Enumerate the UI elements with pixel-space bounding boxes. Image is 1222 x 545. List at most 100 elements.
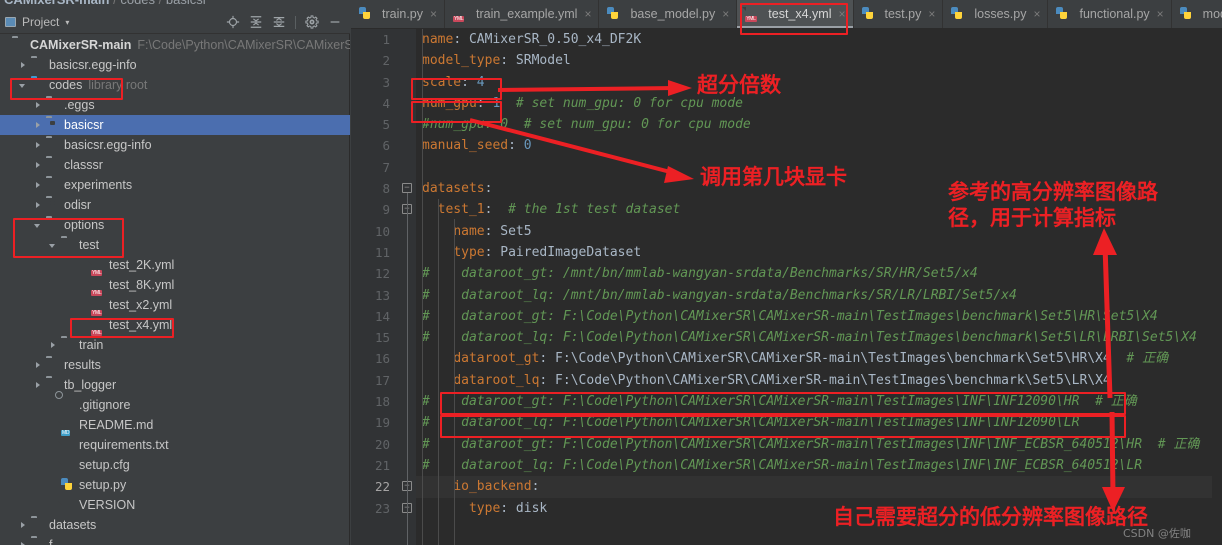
tree-item-version[interactable]: VERSION [0, 495, 350, 515]
code-content[interactable]: name: CAMixerSR_0.50_x4_DF2K model_type: … [416, 29, 1222, 545]
close-icon[interactable]: × [928, 7, 935, 21]
tree-item-experiments[interactable]: experiments [0, 175, 350, 195]
chevron-right-icon[interactable] [34, 381, 43, 390]
locate-icon[interactable] [226, 15, 240, 29]
tree-item-test[interactable]: test [0, 235, 350, 255]
chevron-right-icon[interactable] [34, 141, 43, 150]
code-line-7[interactable] [416, 157, 1222, 178]
chevron-down-icon[interactable]: ▾ [65, 18, 69, 27]
fold-toggle-icon[interactable]: − [402, 183, 412, 194]
tree-item--gitignore[interactable]: .gitignore [0, 395, 350, 415]
editor-tab-losses-py[interactable]: losses.py × [943, 0, 1049, 28]
code-line-13[interactable]: # dataroot_lq: /mnt/bn/mmlab-wangyan-srd… [416, 285, 1222, 306]
editor-tab-test-py[interactable]: test.py × [854, 0, 944, 28]
code-line-2[interactable]: model_type: SRModel [416, 50, 1222, 71]
tree-item-basicsr[interactable]: basicsr [0, 115, 350, 135]
code-line-19[interactable]: # dataroot_lq: F:\Code\Python\CAMixerSR\… [416, 412, 1222, 433]
tree-item-tb-logger[interactable]: tb_logger [0, 375, 350, 395]
tree-item-readme-md[interactable]: MD README.md [0, 415, 350, 436]
close-icon[interactable]: × [1033, 7, 1040, 21]
code-line-17[interactable]: dataroot_lq: F:\Code\Python\CAMixerSR\CA… [416, 370, 1222, 391]
code-line-14[interactable]: # dataroot_gt: F:\Code\Python\CAMixerSR\… [416, 306, 1222, 327]
tree-item-label: setup.cfg [79, 458, 130, 472]
code-line-8[interactable]: datasets: [416, 178, 1222, 199]
tree-item-codes[interactable]: codes library root [0, 75, 350, 95]
project-panel-title[interactable]: Project [22, 15, 59, 29]
tree-item-test-2k-yml[interactable]: YML test_2K.yml [0, 255, 350, 276]
tree-item-odisr[interactable]: odisr [0, 195, 350, 215]
tree-item-test-x2-yml[interactable]: YML test_x2.yml [0, 295, 350, 316]
editor-tab-train-example-yml[interactable]: YML train_example.yml × [445, 0, 600, 28]
tree-item-train[interactable]: train [0, 335, 350, 355]
chevron-right-icon[interactable] [34, 361, 43, 370]
code-line-1[interactable]: name: CAMixerSR_0.50_x4_DF2K [416, 29, 1222, 50]
code-line-23[interactable]: type: disk [416, 498, 1222, 519]
tree-item-datasets[interactable]: datasets [0, 515, 350, 535]
hide-panel-icon[interactable] [328, 15, 342, 29]
code-line-10[interactable]: name: Set5 [416, 221, 1222, 242]
editor-tab-train-py[interactable]: train.py × [351, 0, 446, 28]
editor-tab-base-model-py[interactable]: base_model.py × [599, 0, 738, 28]
tree-item-setup-py[interactable]: setup.py [0, 475, 350, 495]
fold-guide-line [406, 217, 408, 517]
close-icon[interactable]: × [1157, 7, 1164, 21]
tree-item-label: options [64, 218, 105, 232]
expand-all-icon[interactable] [249, 15, 263, 29]
tree-item-basicsr-egg-info[interactable]: basicsr.egg-info [0, 135, 350, 155]
tree-item-results[interactable]: results [0, 355, 350, 375]
tree-item-camixersr-main[interactable]: CAMixerSR-main F:\Code\Python\CAMixerSR\C… [0, 35, 350, 55]
line-number: 10 [374, 223, 390, 239]
editor-tabbar[interactable]: train.py × YML train_example.yml × base_model… [351, 0, 1222, 29]
tree-item-f[interactable]: f [0, 535, 350, 545]
chevron-down-icon[interactable] [34, 221, 43, 230]
tree-item-basicsr-egg-info[interactable]: basicsr.egg-info [0, 55, 350, 75]
close-icon[interactable]: × [838, 7, 845, 21]
settings-gear-icon[interactable] [305, 15, 319, 29]
tree-item-test-x4-yml[interactable]: YML test_x4.yml [0, 315, 350, 336]
tree-item-setup-cfg[interactable]: setup.cfg [0, 455, 350, 475]
collapse-all-icon[interactable] [272, 15, 286, 29]
close-icon[interactable]: × [584, 7, 591, 21]
breadcrumb-part-0[interactable]: CAMixerSR-main [4, 0, 109, 7]
editor-tab-test-x4-yml[interactable]: YML test_x4.yml × [737, 0, 854, 28]
editor-scrollbar[interactable] [1212, 29, 1222, 545]
code-line-6[interactable]: manual_seed: 0 [416, 135, 1222, 156]
close-icon[interactable]: × [722, 7, 729, 21]
code-line-11[interactable]: type: PairedImageDataset [416, 242, 1222, 263]
chevron-right-icon[interactable] [34, 101, 43, 110]
code-line-3[interactable]: scale: 4 [416, 72, 1222, 93]
chevron-right-icon[interactable] [19, 541, 28, 545]
editor-tab-mod[interactable]: mod [1172, 0, 1222, 28]
code-fold-strip[interactable]: −−−− [398, 29, 416, 545]
code-line-16[interactable]: dataroot_gt: F:\Code\Python\CAMixerSR\CA… [416, 348, 1222, 369]
chevron-right-icon[interactable] [19, 521, 28, 530]
chevron-right-icon[interactable] [34, 121, 43, 130]
tree-item-classsr[interactable]: classsr [0, 155, 350, 175]
code-line-12[interactable]: # dataroot_gt: /mnt/bn/mmlab-wangyan-srd… [416, 263, 1222, 284]
code-line-18[interactable]: # dataroot_gt: F:\Code\Python\CAMixerSR\… [416, 391, 1222, 412]
editor-tab-functional-py[interactable]: functional.py × [1048, 0, 1172, 28]
code-line-21[interactable]: # dataroot_lq: F:\Code\Python\CAMixerSR\… [416, 455, 1222, 476]
code-line-22[interactable]: io_backend: [416, 476, 1222, 498]
project-tree[interactable]: CAMixerSR-main F:\Code\Python\CAMixerSR\C… [0, 35, 350, 545]
chevron-right-icon[interactable] [34, 161, 43, 170]
chevron-right-icon[interactable] [19, 61, 28, 70]
close-icon[interactable]: × [430, 7, 437, 21]
chevron-right-icon[interactable] [34, 181, 43, 190]
code-line-9[interactable]: test_1: # the 1st test dataset [416, 199, 1222, 220]
chevron-right-icon[interactable] [49, 341, 58, 350]
chevron-right-icon[interactable] [34, 201, 43, 210]
breadcrumb-part-2[interactable]: basicsr [166, 0, 207, 7]
code-line-20[interactable]: # dataroot_gt: F:\Code\Python\CAMixerSR\… [416, 434, 1222, 455]
tab-label: functional.py [1079, 7, 1150, 21]
code-line-5[interactable]: #num_gpu: 0 # set num_gpu: 0 for cpu mod… [416, 114, 1222, 135]
tree-item-options[interactable]: options [0, 215, 350, 235]
chevron-down-icon[interactable] [49, 241, 58, 250]
tree-item-requirements-txt[interactable]: requirements.txt [0, 435, 350, 455]
code-line-15[interactable]: # dataroot_lq: F:\Code\Python\CAMixerSR\… [416, 327, 1222, 348]
tree-item--eggs[interactable]: .eggs [0, 95, 350, 115]
code-line-4[interactable]: num_gpu: 1 # set num_gpu: 0 for cpu mode [416, 93, 1222, 114]
tree-item-test-8k-yml[interactable]: YML test_8K.yml [0, 275, 350, 296]
breadcrumb-part-1[interactable]: codes [120, 0, 155, 7]
chevron-down-icon[interactable] [19, 81, 28, 90]
